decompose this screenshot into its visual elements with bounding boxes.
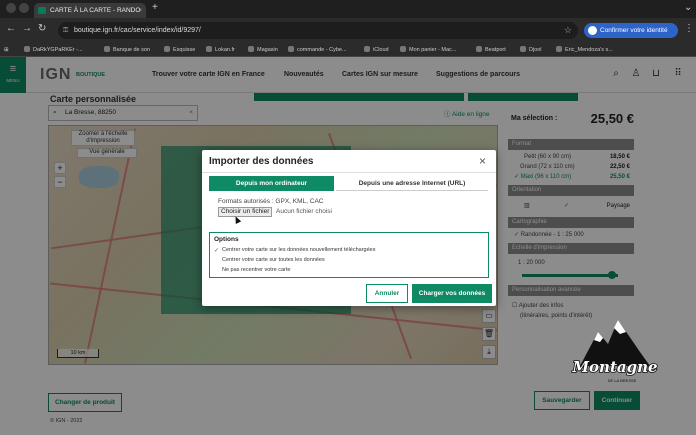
apps-icon[interactable]: ⊞: [4, 45, 9, 55]
bookmark-item[interactable]: Esquisse: [164, 45, 195, 55]
bookmark-item[interactable]: Mon panier - Mac...: [400, 45, 456, 55]
bookmark-item[interactable]: Magasin: [248, 45, 278, 55]
window-control[interactable]: [6, 3, 16, 13]
import-data-dialog: Importer des données × Depuis mon ordina…: [202, 150, 496, 306]
site-favicon-icon: [38, 7, 46, 14]
window-control[interactable]: [19, 3, 29, 13]
option-center-all[interactable]: Centrer votre carte sur toutes les donné…: [222, 257, 325, 263]
cancel-button[interactable]: Annuler: [366, 284, 408, 303]
profile-icon: [588, 26, 597, 35]
check-icon: ✓: [214, 248, 220, 254]
bookmark-item[interactable]: commande - Cybe...: [288, 45, 347, 55]
bookmark-item[interactable]: Banque de son: [104, 45, 150, 55]
bookmark-item[interactable]: DaRkYGPaRKEr -...: [24, 45, 83, 55]
browser-tab-bar: CARTE À LA CARTE - RANDO × + ⌄: [0, 0, 696, 18]
browser-menu-icon[interactable]: ⋮: [684, 23, 694, 34]
bookmark-item[interactable]: iCloud: [364, 45, 389, 55]
allowed-formats: Formats autorisés : GPX, KML, CAC: [218, 198, 324, 205]
load-data-button[interactable]: Charger vos données: [412, 284, 492, 303]
lock-icon: ⚿: [63, 27, 69, 34]
choose-file-button[interactable]: Choisir un fichier: [218, 207, 273, 217]
montagne-watermark-logo: Montagne DE LA BRESSE: [571, 320, 658, 383]
option-no-center[interactable]: Ne pas recentrer votre carte: [222, 267, 290, 273]
bookmark-item[interactable]: Beatport: [476, 45, 506, 55]
bookmarks-bar: ⊞ DaRkYGPaRKEr -... Banque de son Esquis…: [0, 43, 696, 57]
browser-tab[interactable]: CARTE À LA CARTE - RANDO ×: [34, 3, 146, 18]
forward-icon[interactable]: →: [22, 23, 32, 34]
bookmark-star-icon[interactable]: ☆: [564, 22, 572, 39]
tab-search-icon[interactable]: ⌄: [684, 2, 692, 13]
dialog-title: Importer des données: [209, 156, 314, 167]
divider: [202, 172, 496, 173]
close-tab-icon[interactable]: ×: [138, 3, 142, 18]
close-icon[interactable]: ×: [479, 154, 486, 168]
bookmark-item[interactable]: Lokan.fr: [206, 45, 235, 55]
confirm-identity-button[interactable]: Confirmer votre identité: [584, 23, 678, 38]
back-icon[interactable]: ←: [6, 23, 16, 34]
options-box: Options ✓ Centrer votre carte sur les don…: [209, 232, 489, 278]
tab-from-url[interactable]: Depuis une adresse Internet (URL): [336, 176, 488, 191]
reload-icon[interactable]: ↻: [38, 23, 46, 34]
watermark-subtext: DE LA BRESSE: [608, 378, 637, 383]
url-field[interactable]: ⚿ boutique.ign.fr/cac/service/index/id/9…: [58, 22, 578, 39]
tab-from-computer[interactable]: Depuis mon ordinateur: [209, 176, 334, 191]
no-file-label: Aucun fichier choisi: [276, 208, 332, 215]
options-title: Options: [214, 236, 239, 243]
url-text: boutique.ign.fr/cac/service/index/id/929…: [74, 27, 201, 34]
bookmark-item[interactable]: Eric_Mendoza's s...: [556, 45, 613, 55]
bookmark-item[interactable]: Djool: [520, 45, 542, 55]
option-center-new[interactable]: ✓ Centrer votre carte sur les données nou…: [214, 247, 375, 254]
confirm-identity-label: Confirmer votre identité: [600, 27, 668, 34]
new-tab-icon[interactable]: +: [152, 2, 158, 13]
tab-title: CARTE À LA CARTE - RANDO: [50, 7, 141, 14]
watermark-text: Montagne: [571, 358, 657, 376]
address-bar-row: ← → ↻ ⚿ boutique.ign.fr/cac/service/inde…: [0, 18, 696, 43]
